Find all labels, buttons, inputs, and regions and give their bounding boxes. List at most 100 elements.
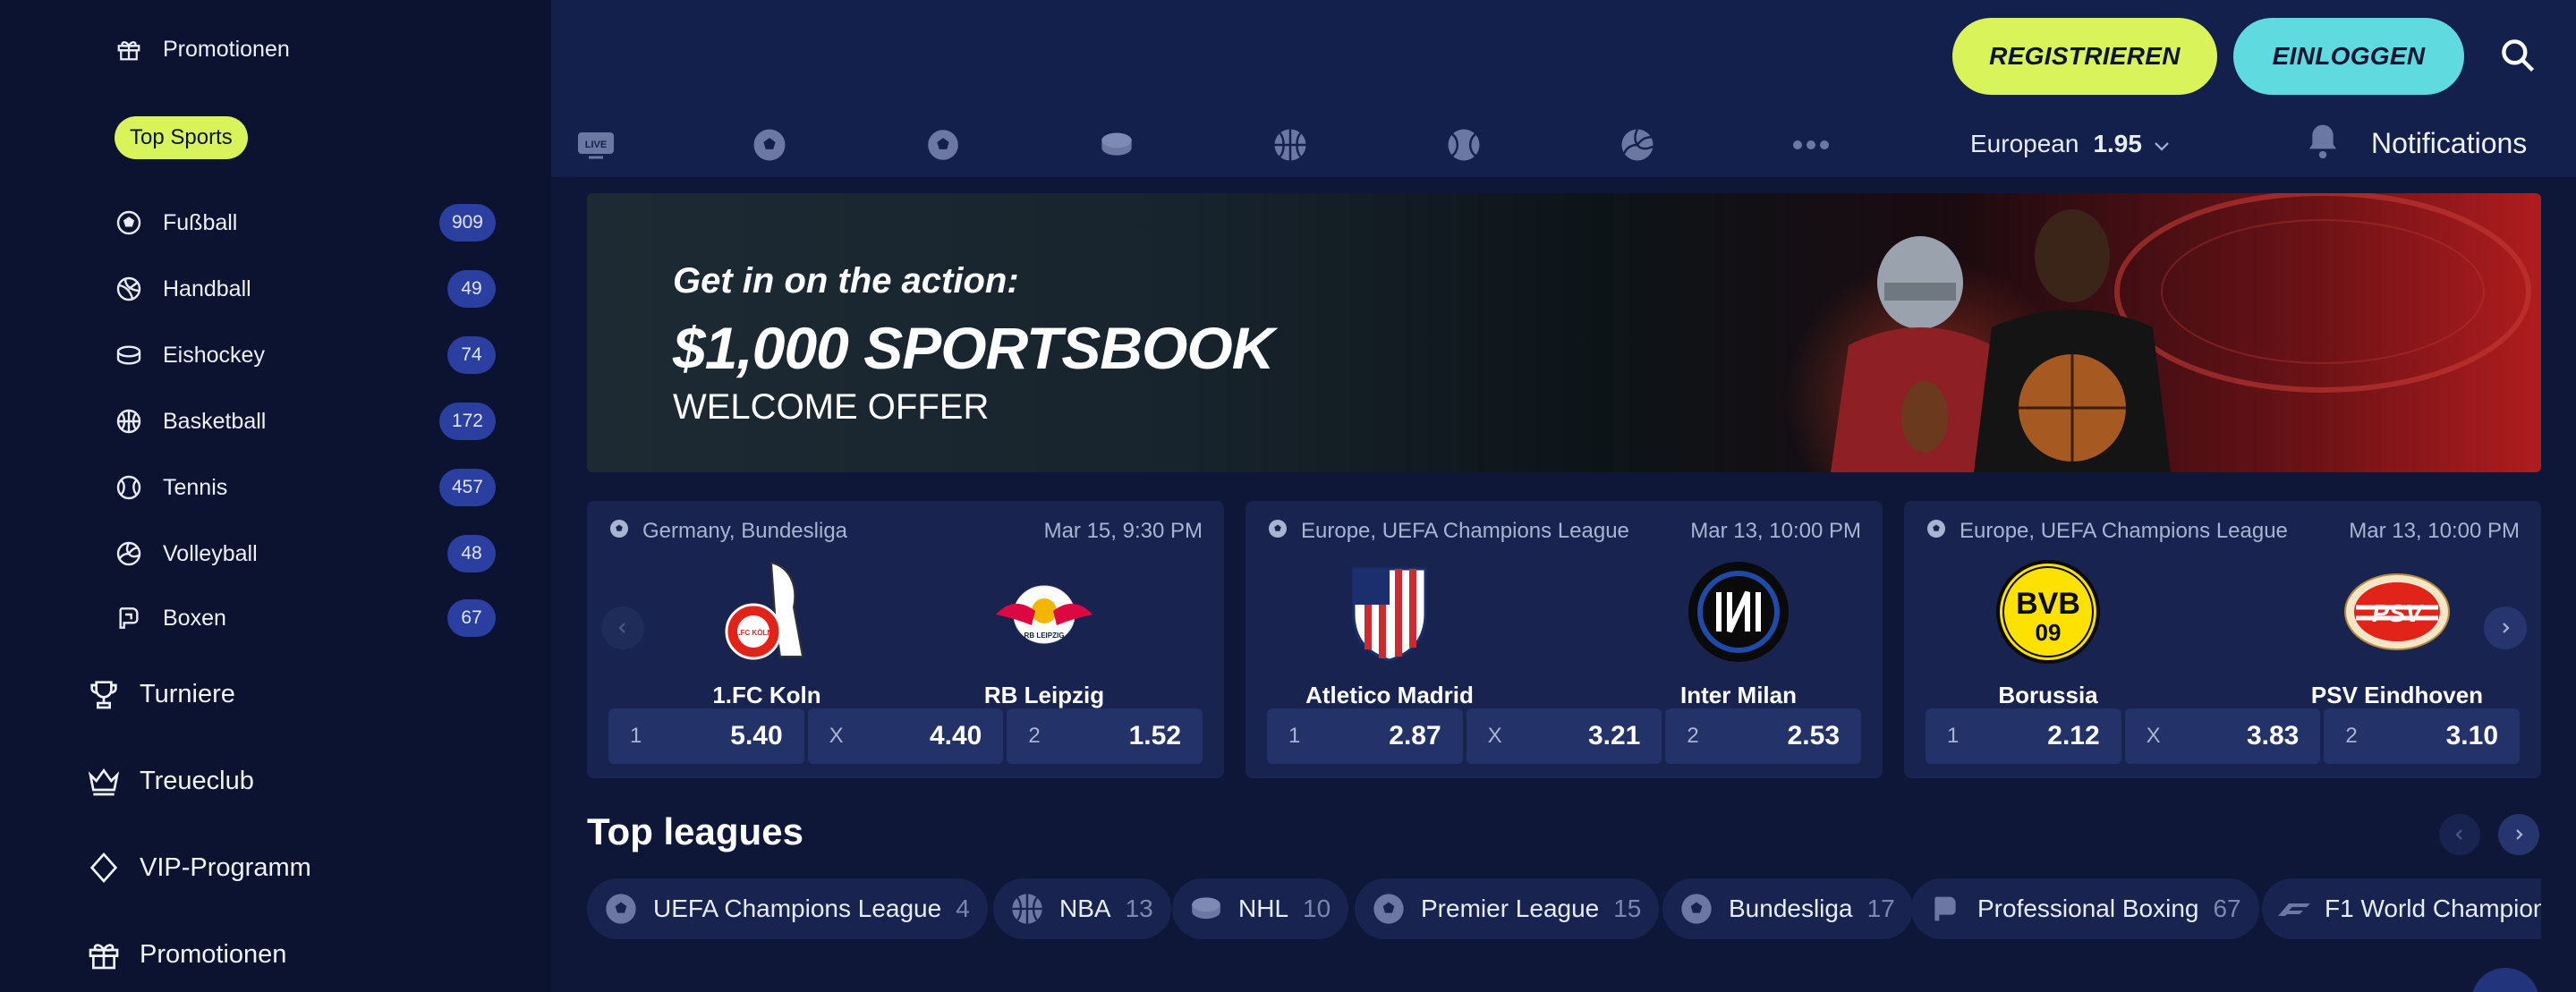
basketball-icon bbox=[1007, 889, 1047, 928]
diamond-icon bbox=[84, 848, 123, 887]
league-chip-count: 10 bbox=[1303, 894, 1331, 922]
psv-logo-text: PSV bbox=[2372, 599, 2424, 627]
sidebar-item-fussball[interactable]: Fußball 909 bbox=[113, 200, 496, 245]
notifications-button[interactable]: Notifications bbox=[2305, 122, 2527, 165]
volleyball-icon bbox=[113, 538, 145, 570]
promo-banner[interactable]: Get in on the action: $1,000 SPORTSBOOK … bbox=[587, 193, 2541, 472]
league-chip-bundesliga[interactable]: Bundesliga 17 bbox=[1662, 878, 1913, 939]
sidebar: Promotionen Top Sports Fußball 909 Handb… bbox=[0, 0, 551, 992]
sidebar-item-turniere[interactable]: Turniere bbox=[84, 669, 235, 719]
athletes-illustration bbox=[1786, 193, 2531, 472]
rb-leipzig-logo: RB LEIPZIG bbox=[990, 558, 1098, 666]
league-chip-count: 17 bbox=[1866, 894, 1895, 922]
sidebar-item-label: Boxen bbox=[163, 605, 226, 631]
odd-button-away[interactable]: 2 3.10 bbox=[2324, 708, 2521, 764]
league-chip-label: UEFA Champions League bbox=[653, 894, 942, 922]
sidebar-item-handball[interactable]: Handball 49 bbox=[113, 267, 496, 311]
tennis-ball-icon bbox=[113, 471, 145, 504]
match-time: Mar 15, 9:30 PM bbox=[1043, 519, 1203, 543]
basketball-icon[interactable] bbox=[1265, 120, 1315, 170]
league-chip-ucl[interactable]: UEFA Champions League 4 bbox=[587, 878, 988, 939]
odd-button-home[interactable]: 1 2.87 bbox=[1267, 708, 1463, 764]
team-name: 1.FC Koln bbox=[712, 682, 821, 708]
sidebar-item-label: VIP-Programm bbox=[140, 852, 311, 882]
volleyball-icon[interactable] bbox=[1612, 120, 1662, 170]
league-chip-label: Premier League bbox=[1421, 894, 1600, 922]
odds-format-select[interactable]: European 1.95 bbox=[1970, 125, 2171, 163]
team-home: 1.FC KÖLN 1.FC Koln bbox=[664, 558, 870, 709]
league-name: Europe, UEFA Champions League bbox=[1301, 519, 1629, 543]
soccer-ball-icon bbox=[1926, 518, 1947, 546]
soccer-ball-icon[interactable] bbox=[744, 120, 795, 170]
sidebar-item-eishockey[interactable]: Eishockey 74 bbox=[113, 333, 496, 377]
leagues-next-button[interactable] bbox=[2498, 814, 2539, 855]
team-name: Atletico Madrid bbox=[1305, 682, 1474, 708]
league-chip-label: Professional Boxing bbox=[1977, 894, 2199, 922]
search-icon[interactable] bbox=[2491, 29, 2545, 82]
leagues-prev-button[interactable] bbox=[2439, 814, 2480, 855]
odd-key: X bbox=[829, 724, 844, 748]
count-badge: 49 bbox=[447, 270, 496, 308]
league-chip-nba[interactable]: NBA 13 bbox=[993, 878, 1171, 939]
odd-key: 2 bbox=[1687, 724, 1699, 748]
sidebar-item-promotionen[interactable]: Promotionen bbox=[84, 929, 286, 979]
sidebar-item-label: Basketball bbox=[163, 408, 267, 434]
register-button[interactable]: REGISTRIEREN bbox=[1952, 18, 2217, 95]
odd-button-home[interactable]: 1 5.40 bbox=[608, 708, 804, 764]
sidebar-item-volleyball[interactable]: Volleyball 48 bbox=[113, 531, 496, 576]
odds-format-label: European bbox=[1970, 130, 2079, 157]
sidebar-item-promotionen-top[interactable]: Promotionen bbox=[113, 27, 496, 72]
sidebar-item-tennis[interactable]: Tennis 457 bbox=[113, 465, 496, 510]
next-arrow-button[interactable] bbox=[2484, 606, 2527, 649]
prev-arrow-button[interactable] bbox=[601, 606, 644, 649]
league-chip-nhl[interactable]: NHL 10 bbox=[1172, 878, 1349, 939]
match-card[interactable]: Germany, Bundesliga Mar 15, 9:30 PM 1.FC… bbox=[587, 501, 1224, 778]
login-button[interactable]: EINLOGGEN bbox=[2233, 18, 2464, 95]
soccer-ball-icon bbox=[1267, 518, 1288, 546]
odd-key: 1 bbox=[1947, 724, 1960, 748]
f1-logo-icon bbox=[2276, 889, 2312, 928]
inter-milan-logo bbox=[1685, 558, 1792, 666]
atletico-madrid-logo bbox=[1336, 558, 1443, 666]
sidebar-item-treueclub[interactable]: Treueclub bbox=[84, 756, 254, 806]
odd-button-draw[interactable]: X 3.21 bbox=[1466, 708, 1662, 764]
odd-button-draw[interactable]: X 3.83 bbox=[2124, 708, 2321, 764]
match-card-header: Europe, UEFA Champions League Mar 13, 10… bbox=[1267, 517, 1861, 546]
match-card[interactable]: Europe, UEFA Champions League Mar 13, 10… bbox=[1245, 501, 1883, 778]
more-icon[interactable] bbox=[1786, 120, 1836, 170]
sidebar-item-label: Fußball bbox=[163, 209, 238, 235]
chevron-down-icon bbox=[2153, 130, 2171, 158]
league-chip-count: 13 bbox=[1125, 894, 1153, 922]
league-chip-label: NHL bbox=[1238, 894, 1289, 922]
odd-value: 4.40 bbox=[929, 721, 982, 750]
match-time: Mar 13, 10:00 PM bbox=[2349, 519, 2520, 543]
league-chip-count: 67 bbox=[2213, 894, 2241, 922]
tennis-ball-icon[interactable] bbox=[1439, 120, 1489, 170]
odd-button-away[interactable]: 2 1.52 bbox=[1007, 708, 1203, 764]
gift-icon bbox=[84, 935, 123, 974]
league-chip-count: 15 bbox=[1613, 894, 1642, 922]
match-card[interactable]: Europe, UEFA Champions League Mar 13, 10… bbox=[1904, 501, 2541, 778]
live-tv-icon[interactable]: LIVE bbox=[571, 120, 621, 170]
sidebar-item-vip-programm[interactable]: VIP-Programm bbox=[84, 843, 311, 893]
league-chip-professional-boxing[interactable]: Professional Boxing 67 bbox=[1911, 878, 2259, 939]
soccer-ball-icon bbox=[608, 518, 630, 546]
soccer-ball-alt-icon[interactable] bbox=[918, 120, 968, 170]
sidebar-item-label: Treueclub bbox=[140, 766, 254, 795]
notifications-label: Notifications bbox=[2371, 126, 2528, 159]
soccer-ball-icon bbox=[601, 889, 641, 928]
league-chip-premier-league[interactable]: Premier League 15 bbox=[1355, 878, 1660, 939]
scroll-top-button[interactable] bbox=[2471, 968, 2539, 992]
sidebar-item-label: Eishockey bbox=[163, 342, 265, 368]
hockey-puck-icon[interactable] bbox=[1092, 120, 1142, 170]
odd-button-away[interactable]: 2 2.53 bbox=[1665, 708, 1862, 764]
sidebar-item-basketball[interactable]: Basketball 172 bbox=[113, 399, 496, 444]
odd-key: X bbox=[2146, 724, 2161, 748]
odd-button-home[interactable]: 1 2.12 bbox=[1926, 708, 2121, 764]
odd-value: 3.21 bbox=[1587, 721, 1641, 750]
odd-button-draw[interactable]: X 4.40 bbox=[807, 708, 1004, 764]
league-chip-f1[interactable]: F1 World Champion bbox=[2262, 878, 2541, 939]
bvb-logo-text: BVB bbox=[2016, 587, 2080, 621]
sidebar-item-boxen[interactable]: Boxen 67 bbox=[113, 596, 496, 640]
bvb-logo-year: 09 bbox=[2036, 619, 2062, 646]
